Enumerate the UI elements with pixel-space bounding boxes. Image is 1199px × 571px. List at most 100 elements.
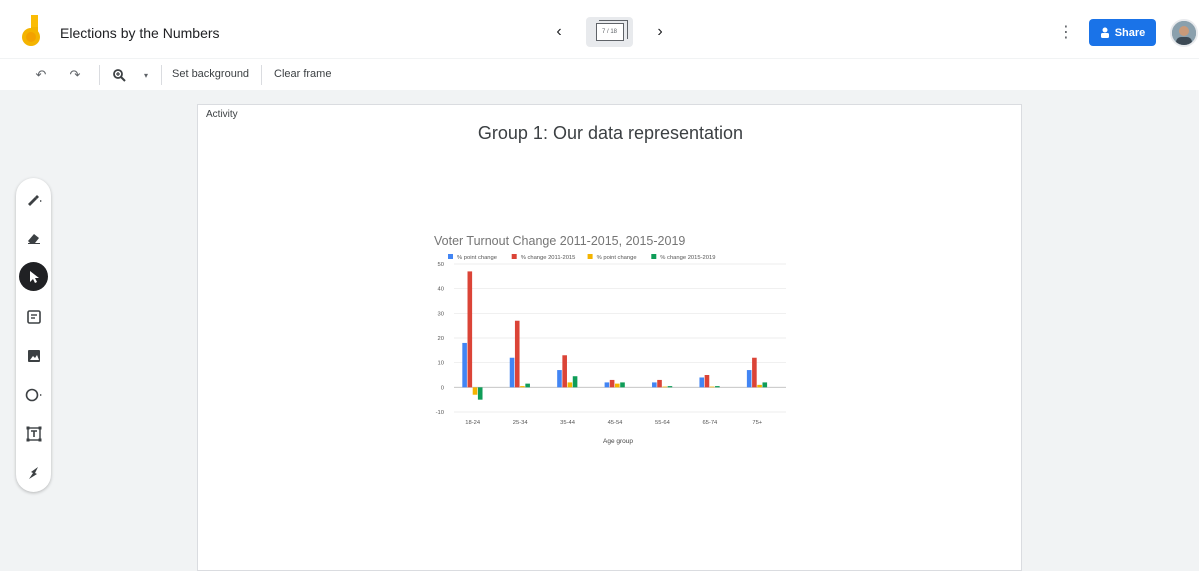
next-frame-button[interactable]: › (650, 22, 670, 42)
x-tick-label: 65-74 (702, 420, 718, 426)
bar (652, 382, 657, 388)
chart-legend: % point change % change 2011-2015 % point … (448, 254, 715, 261)
shape-tool[interactable] (19, 380, 48, 409)
chevron-right-icon: › (657, 23, 663, 40)
bar (667, 386, 673, 388)
bar (467, 271, 473, 388)
legend-label: % point change (457, 255, 497, 261)
toolbar-divider (261, 65, 262, 85)
bar (509, 357, 515, 388)
avatar-icon (1172, 21, 1196, 45)
legend-label: % change 2015-2019 (660, 255, 715, 261)
laser-tool[interactable] (19, 458, 48, 487)
legend-label: % change 2011-2015 (521, 255, 576, 261)
toolbar-divider (161, 65, 162, 85)
avatar[interactable] (1170, 19, 1198, 47)
bar (609, 379, 615, 388)
y-tick-label: 0 (441, 385, 444, 391)
chart-bars (462, 271, 768, 400)
x-axis-ticks: 18-24 25-34 35-44 45-54 55-64 65-74 75+ (465, 420, 763, 426)
jamboard-logo-icon[interactable] (22, 15, 44, 47)
bar (477, 387, 483, 400)
x-tick-label: 55-64 (655, 420, 671, 426)
y-axis-ticks: -10 0 10 20 30 40 50 (436, 262, 444, 416)
legend-swatch (511, 254, 517, 259)
y-tick-label: 20 (438, 336, 444, 342)
legend-swatch (448, 254, 453, 259)
image-icon (27, 349, 40, 362)
text-box-icon (26, 426, 41, 441)
bar (762, 382, 768, 388)
frame-bar-toggle[interactable]: 7 / 18 (586, 17, 633, 47)
circle-icon (25, 388, 42, 401)
slide-title[interactable]: Group 1: Our data representation (198, 123, 1023, 144)
bar (746, 370, 752, 388)
bar (567, 382, 573, 388)
eraser-tool[interactable] (19, 223, 48, 252)
zoom-dropdown-icon[interactable]: ▾ (137, 66, 155, 84)
bar (525, 383, 530, 388)
bar (662, 386, 668, 388)
previous-frame-button[interactable]: ‹ (549, 22, 569, 42)
y-tick-label: -10 (436, 410, 444, 416)
chevron-left-icon: ‹ (556, 23, 562, 40)
y-tick-label: 30 (438, 311, 444, 317)
add-image-tool[interactable] (19, 341, 48, 370)
share-label: Share (1114, 26, 1146, 39)
share-button[interactable]: Share (1089, 19, 1156, 46)
select-tool[interactable] (19, 262, 48, 291)
jam-frame-canvas[interactable]: Activity Group 1: Our data representatio… (197, 104, 1022, 571)
bar (752, 357, 757, 388)
bar (709, 386, 715, 388)
x-tick-label: 75+ (752, 420, 762, 426)
more-options-icon[interactable]: ⋮ (1058, 22, 1074, 42)
bar (604, 382, 610, 388)
clear-frame-button[interactable]: Clear frame (274, 68, 331, 80)
bar (562, 355, 567, 388)
x-tick-label: 25-34 (513, 420, 529, 426)
toolbar: ↶ ↷ ▾ Set background Clear frame (0, 58, 1199, 90)
x-axis-label: Age group (603, 438, 633, 445)
activity-label[interactable]: Activity (206, 109, 238, 120)
pen-tool[interactable] (19, 184, 48, 213)
top-bar: Elections by the Numbers ‹ 7 / 18 › ⋮ Sh… (0, 0, 1199, 58)
legend-swatch (587, 254, 593, 259)
bar (620, 382, 625, 388)
frame-counter-label: 7 / 18 (595, 20, 628, 41)
bar (572, 376, 578, 388)
y-tick-label: 40 (438, 287, 444, 293)
x-tick-label: 18-24 (465, 420, 481, 426)
document-title[interactable]: Elections by the Numbers (60, 25, 220, 41)
undo-icon[interactable]: ↶ (32, 66, 50, 84)
chart-gridlines (454, 263, 786, 413)
y-tick-label: 10 (438, 361, 444, 367)
bar (520, 386, 525, 388)
bar (715, 386, 720, 388)
person-icon (1100, 27, 1109, 38)
legend-label: % point change (597, 255, 637, 261)
y-tick-label: 50 (438, 262, 444, 268)
redo-icon[interactable]: ↷ (66, 66, 84, 84)
bar (657, 379, 662, 388)
bar (472, 387, 478, 395)
bar (514, 320, 520, 388)
sticky-note-tool[interactable] (19, 302, 48, 331)
bar (699, 377, 705, 388)
set-background-button[interactable]: Set background (172, 68, 249, 80)
pen-icon (27, 194, 42, 206)
sticky-note-icon (26, 309, 41, 324)
pointer-icon (29, 270, 39, 283)
laser-icon (28, 466, 38, 479)
bar (704, 375, 710, 388)
tool-palette (16, 178, 51, 492)
bar (615, 383, 620, 388)
legend-swatch (651, 254, 657, 259)
zoom-icon[interactable] (110, 66, 128, 84)
text-box-tool[interactable] (19, 419, 48, 448)
eraser-icon (27, 233, 40, 244)
toolbar-divider (99, 65, 100, 85)
x-tick-label: 35-44 (560, 420, 576, 426)
bar (557, 370, 562, 388)
voter-turnout-chart[interactable]: Voter Turnout Change 2011-2015, 2015-201… (424, 229, 794, 449)
x-tick-label: 45-54 (608, 420, 624, 426)
